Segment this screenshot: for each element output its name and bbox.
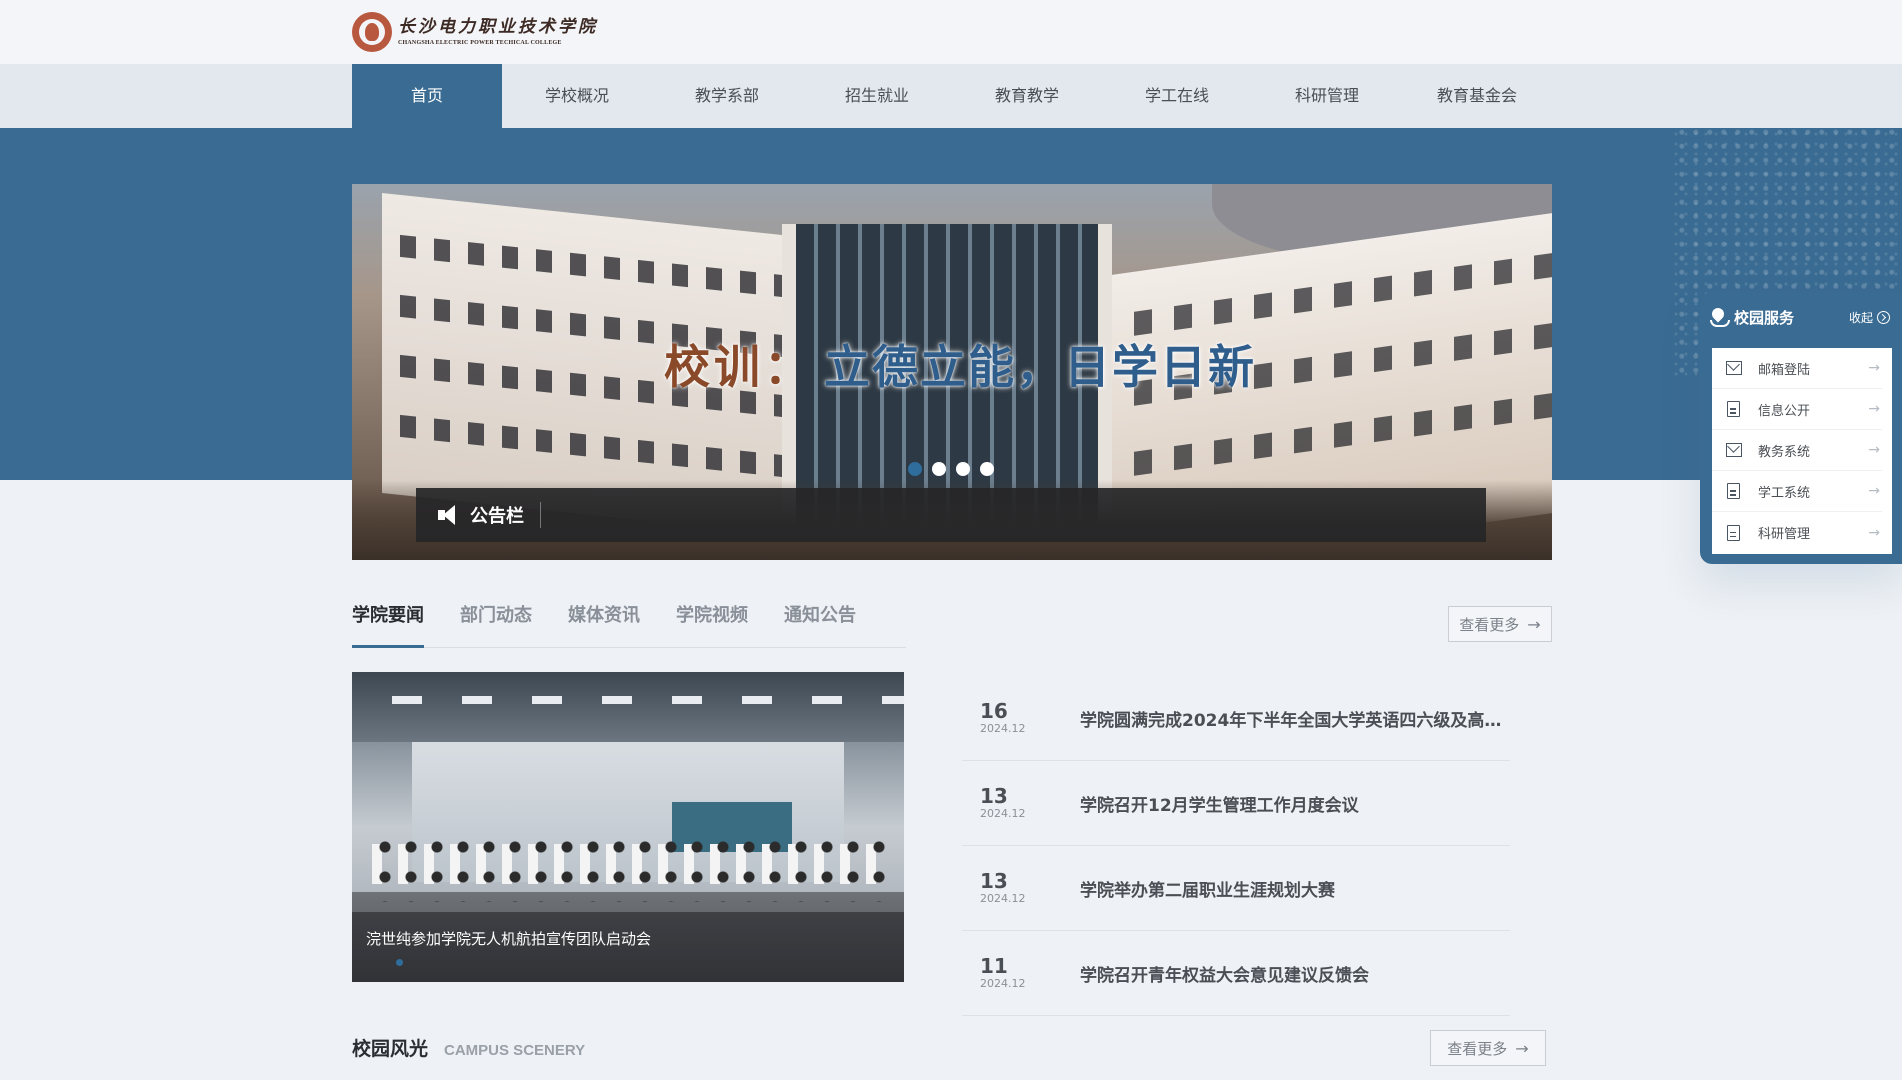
tab-videos[interactable]: 学院视频	[676, 594, 748, 648]
nav-item-departments[interactable]: 教学系部	[652, 64, 802, 128]
scenery-more-button[interactable]: 查看更多 →	[1430, 1030, 1546, 1066]
notice-label: 公告栏	[470, 502, 541, 528]
news-date: 16 2024.12	[980, 699, 1026, 735]
chevron-right-circle-icon	[1877, 310, 1890, 324]
tab-notices[interactable]: 通知公告	[784, 594, 856, 648]
news-title: 学院圆满完成2024年下半年全国大学英语四六级及高等学校英语应用能力考试	[1080, 710, 1510, 731]
service-panel-header: 校园服务 收起	[1700, 292, 1902, 342]
document-icon	[1727, 483, 1740, 499]
service-item-student-system[interactable]: 学工系统 →	[1712, 471, 1882, 512]
slider-dot[interactable]	[980, 462, 994, 476]
scenery-title-en: CAMPUS SCENERY	[444, 1042, 586, 1059]
service-item-academic-system[interactable]: 教务系统 →	[1712, 430, 1882, 471]
logo-chinese-name: 长沙电力职业技术学院	[398, 17, 598, 37]
news-title: 学院举办第二届职业生涯规划大赛	[1080, 880, 1335, 901]
main-nav: 首页 学校概况 教学系部 招生就业 教育教学 学工在线 科研管理 教育基金会	[352, 64, 1552, 128]
service-list: 邮箱登陆 → 信息公开 → 教务系统 → 学工系统 → 科研管理 →	[1712, 348, 1892, 554]
slider-dot[interactable]	[956, 462, 970, 476]
campus-scenery-heading: 校园风光 CAMPUS SCENERY	[352, 1034, 585, 1061]
top-header: 长沙电力职业技术学院 CHANGSHA ELECTRIC POWER TECHI…	[0, 0, 1902, 64]
news-date: 13 2024.12	[980, 784, 1026, 820]
megaphone-icon	[438, 505, 460, 525]
notice-bar: 公告栏	[416, 488, 1486, 542]
campus-service-panel: 校园服务 收起 邮箱登陆 → 信息公开 → 教务系统 → 学工系统 → 科研管理…	[1700, 292, 1902, 564]
tab-media[interactable]: 媒体资讯	[568, 594, 640, 648]
college-logo[interactable]: 长沙电力职业技术学院 CHANGSHA ELECTRIC POWER TECHI…	[352, 10, 598, 54]
featured-pagination	[396, 959, 403, 966]
service-panel-title: 校园服务	[1734, 308, 1795, 327]
nav-item-admissions[interactable]: 招生就业	[802, 64, 952, 128]
featured-news-caption: 浣世纯参加学院无人机航拍宣传团队启动会	[352, 912, 904, 982]
arrow-right-icon: →	[1868, 401, 1880, 417]
collapse-button[interactable]: 收起	[1849, 309, 1890, 326]
motto-text: 立德立能，日学日新	[824, 340, 1256, 394]
document-icon	[1727, 401, 1740, 417]
nav-item-home[interactable]: 首页	[352, 64, 502, 128]
arrow-right-icon: →	[1868, 442, 1880, 458]
mail-icon	[1726, 361, 1742, 375]
scenery-title-cn: 校园风光	[352, 1038, 429, 1060]
arrow-right-icon: →	[1515, 1038, 1529, 1058]
service-item-research[interactable]: 科研管理 →	[1712, 512, 1882, 553]
service-item-info-disclosure[interactable]: 信息公开 →	[1712, 389, 1882, 430]
tab-department-news[interactable]: 部门动态	[460, 594, 532, 648]
slider-dot[interactable]	[932, 462, 946, 476]
document-icon	[1727, 524, 1740, 541]
news-date: 13 2024.12	[980, 869, 1026, 905]
news-list-item[interactable]: 11 2024.12 学院召开青年权益大会意见建议反馈会	[962, 931, 1510, 1016]
nav-item-about[interactable]: 学校概况	[502, 64, 652, 128]
tab-college-news[interactable]: 学院要闻	[352, 594, 424, 648]
logo-emblem-icon	[352, 12, 392, 52]
main-nav-bar: 首页 学校概况 教学系部 招生就业 教育教学 学工在线 科研管理 教育基金会	[0, 64, 1902, 128]
logo-english-name: CHANGSHA ELECTRIC POWER TECHICAL COLLEGE	[398, 40, 562, 46]
arrow-right-icon: →	[1868, 524, 1880, 541]
news-more-button[interactable]: 查看更多 →	[1448, 606, 1552, 642]
slider-dot[interactable]	[908, 462, 922, 476]
nav-item-education[interactable]: 教育教学	[952, 64, 1102, 128]
nav-item-foundation[interactable]: 教育基金会	[1402, 64, 1552, 128]
news-tabs: 学院要闻 部门动态 媒体资讯 学院视频 通知公告	[352, 594, 906, 648]
location-hand-icon	[1710, 308, 1730, 327]
motto-label: 校训：	[664, 340, 814, 394]
news-list-item[interactable]: 13 2024.12 学院召开12月学生管理工作月度会议	[962, 761, 1510, 846]
arrow-right-icon: →	[1868, 483, 1880, 499]
news-list-item[interactable]: 13 2024.12 学院举办第二届职业生涯规划大赛	[962, 846, 1510, 931]
school-motto: 校训： 立德立能，日学日新	[664, 334, 1256, 394]
news-date: 11 2024.12	[980, 954, 1026, 990]
news-list-item[interactable]: 16 2024.12 学院圆满完成2024年下半年全国大学英语四六级及高等学校英…	[962, 676, 1510, 761]
arrow-right-icon: →	[1868, 360, 1880, 376]
nav-item-research[interactable]: 科研管理	[1252, 64, 1402, 128]
featured-news-image[interactable]: 浣世纯参加学院无人机航拍宣传团队启动会	[352, 672, 904, 982]
slider-pagination	[908, 462, 994, 476]
arrow-right-icon: →	[1527, 614, 1541, 634]
service-item-email[interactable]: 邮箱登陆 →	[1712, 348, 1882, 389]
mail-icon	[1726, 443, 1742, 457]
banner-slider[interactable]: 校训： 立德立能，日学日新 公告栏	[352, 184, 1552, 560]
news-title: 学院召开青年权益大会意见建议反馈会	[1080, 965, 1369, 986]
nav-item-student-affairs[interactable]: 学工在线	[1102, 64, 1252, 128]
news-title: 学院召开12月学生管理工作月度会议	[1080, 795, 1359, 816]
featured-dot[interactable]	[396, 959, 403, 966]
news-list: 16 2024.12 学院圆满完成2024年下半年全国大学英语四六级及高等学校英…	[962, 676, 1510, 1016]
